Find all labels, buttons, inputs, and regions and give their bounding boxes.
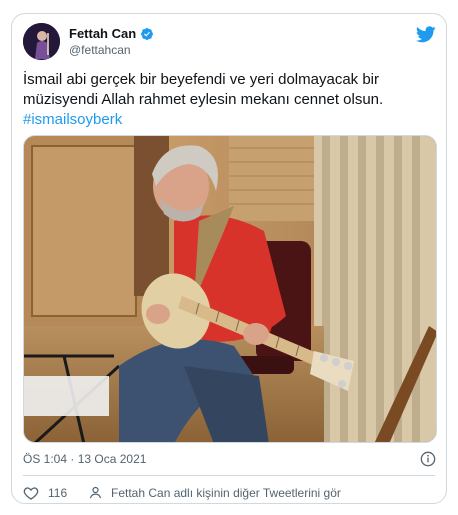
like-count: 116 [48,486,68,500]
verified-badge-icon [141,27,154,40]
author-name[interactable]: Fettah Can [69,26,136,41]
like-button[interactable]: 116 [23,485,67,501]
tweet-body: İsmail abi gerçek bir beyefendi ve yeri … [23,71,384,108]
info-icon[interactable] [420,451,436,467]
tweet-timestamp[interactable]: ÖS 1:04 · 13 Oca 2021 [23,452,146,466]
divider [23,475,435,476]
author-handle[interactable]: @fettahcan [69,43,131,57]
see-other-tweets-label: Fettah Can adlı kişinin diğer Tweetlerin… [111,485,341,500]
person-icon [89,486,102,499]
author-avatar[interactable] [23,23,60,60]
tweet-photo[interactable] [23,135,437,443]
embedded-tweet-card[interactable]: Fettah Can @fettahcan İsmail abi gerçek … [11,13,447,504]
see-other-tweets-link[interactable]: Fettah Can adlı kişinin diğer Tweetlerin… [88,485,341,500]
twitter-bird-icon[interactable] [416,26,436,43]
heart-icon [23,487,39,500]
author-name-row[interactable]: Fettah Can [69,26,154,41]
hashtag-link[interactable]: #ismailsoyberk [23,111,122,128]
tweet-text: İsmail abi gerçek bir beyefendi ve yeri … [23,70,433,130]
